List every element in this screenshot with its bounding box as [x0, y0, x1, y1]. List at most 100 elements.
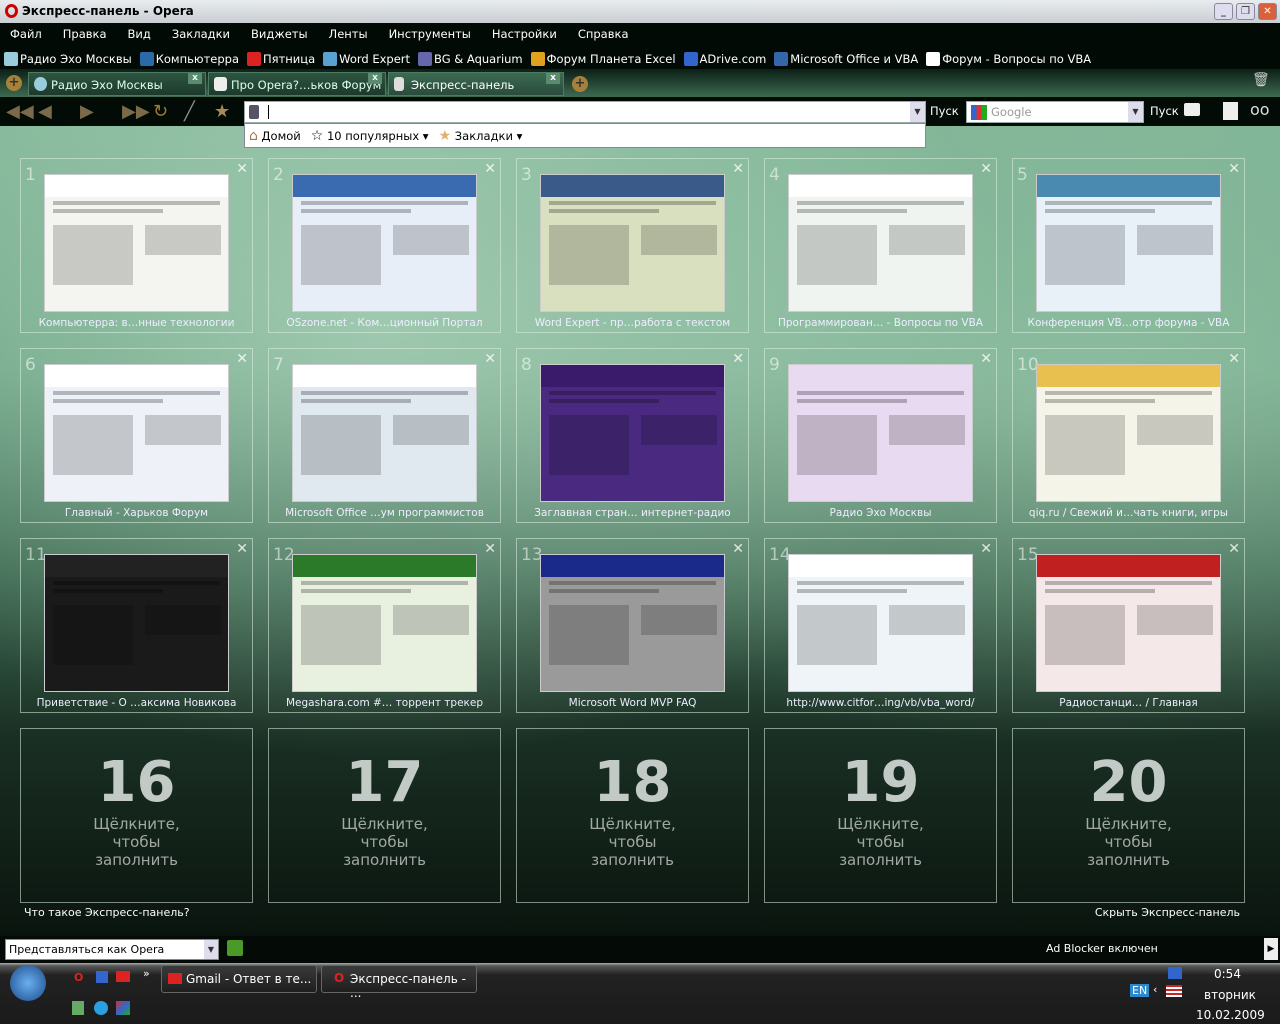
bookmark-item[interactable]: Word Expert [323, 49, 410, 69]
home-item[interactable]: ⌂ Домой [249, 128, 301, 144]
gmail-icon[interactable] [116, 971, 130, 982]
chevron-down-icon[interactable]: ▼ [204, 940, 218, 959]
save-icon[interactable] [96, 971, 108, 983]
empty-speed-dial-tile[interactable]: 16 Щёлкните, чтобы заполнить [20, 728, 253, 903]
search-go-button[interactable]: Пуск [1150, 104, 1179, 118]
glasses-icon[interactable]: oo [1250, 100, 1270, 119]
bookmark-item[interactable]: Пятница [247, 49, 315, 69]
top10-item[interactable]: ☆ 10 популярных ▾ [311, 128, 429, 144]
empty-speed-dial-tile[interactable]: 20 Щёлкните, чтобы заполнить [1012, 728, 1245, 903]
start-button[interactable] [10, 965, 46, 1001]
menu-item[interactable]: Правка [63, 27, 107, 45]
camera-icon[interactable] [1184, 103, 1200, 116]
bookmark-item[interactable]: Microsoft Office и VBA [774, 49, 918, 69]
close-tab-icon[interactable]: x [546, 73, 560, 84]
close-icon[interactable]: ✕ [732, 351, 744, 367]
menu-item[interactable]: Файл [10, 27, 42, 45]
printer-icon[interactable] [1223, 102, 1238, 120]
close-icon[interactable]: ✕ [484, 541, 496, 557]
close-tab-icon[interactable]: x [188, 73, 202, 84]
restore-button[interactable]: ❐ [1236, 3, 1255, 20]
speed-dial-tile[interactable]: 4 ✕ Программирован… - Вопросы по VBA [764, 158, 997, 333]
close-icon[interactable]: ✕ [484, 351, 496, 367]
address-field[interactable]: ▼ [244, 101, 926, 123]
menu-item[interactable]: Инструменты [389, 27, 471, 45]
close-icon[interactable]: ✕ [1228, 351, 1240, 367]
menu-item[interactable]: Настройки [492, 27, 557, 45]
forward-icon[interactable]: ▶ [80, 101, 94, 122]
close-icon[interactable]: ✕ [980, 161, 992, 177]
skype-icon[interactable] [94, 1001, 108, 1015]
edit-icon[interactable]: ╱ [184, 101, 195, 122]
opera-quicklaunch-icon[interactable]: O [74, 971, 83, 984]
speed-dial-tile[interactable]: 13 ✕ Microsoft Word MVP FAQ [516, 538, 749, 713]
close-icon[interactable]: ✕ [236, 541, 248, 557]
close-icon[interactable]: ✕ [732, 541, 744, 557]
taskbar-opera[interactable]: O Экспресс-панель - ... [321, 965, 477, 1000]
close-icon[interactable]: ✕ [1228, 541, 1240, 557]
bookmark-item[interactable]: Форум - Вопросы по VBA [926, 49, 1091, 69]
tab-speed-dial[interactable]: Экспресс-панель x [388, 72, 564, 96]
close-icon[interactable]: ✕ [236, 351, 248, 367]
more-icon[interactable]: » [143, 967, 150, 980]
back-icon[interactable]: ◀ [38, 101, 52, 122]
hide-speed-dial-link[interactable]: Скрыть Экспресс-панель [1095, 906, 1240, 919]
menu-item[interactable]: Справка [578, 27, 629, 45]
menu-item[interactable]: Закладки [172, 27, 230, 45]
empty-speed-dial-tile[interactable]: 17 Щёлкните, чтобы заполнить [268, 728, 501, 903]
close-icon[interactable]: ✕ [732, 161, 744, 177]
address-dropdown-button[interactable]: ▼ [910, 102, 925, 122]
bookmark-star-icon[interactable]: ★ [214, 101, 230, 122]
menu-item[interactable]: Ленты [329, 27, 368, 45]
tab-opera-forum[interactable]: Про Opera?…ьков Форум x [208, 72, 386, 96]
speed-dial-tile[interactable]: 1 ✕ Компьютерра: в…нные технологии [20, 158, 253, 333]
bookmarks-item[interactable]: ★ Закладки ▾ [439, 128, 523, 144]
speed-dial-tile[interactable]: 11 ✕ Приветствие - О …аксима Новикова [20, 538, 253, 713]
bookmark-item[interactable]: ADrive.com [683, 49, 766, 69]
close-icon[interactable]: ✕ [980, 541, 992, 557]
speed-dial-tile[interactable]: 15 ✕ Радиостанци… / Главная [1012, 538, 1245, 713]
speed-dial-tile[interactable]: 8 ✕ Заглавная стран… интернет-радио [516, 348, 749, 523]
bookmark-item[interactable]: Радио Эхо Москвы [4, 49, 132, 69]
speed-dial-tile[interactable]: 2 ✕ OSzone.net - Ком…ционный Портал [268, 158, 501, 333]
speed-dial-tile[interactable]: 7 ✕ Microsoft Office …ум программистов [268, 348, 501, 523]
speed-dial-tile[interactable]: 9 ✕ Радио Эхо Москвы [764, 348, 997, 523]
trash-plus-icon[interactable]: + [6, 75, 22, 91]
empty-speed-dial-tile[interactable]: 19 Щёлкните, чтобы заполнить [764, 728, 997, 903]
menu-item[interactable]: Виджеты [251, 27, 308, 45]
speed-dial-tile[interactable]: 3 ✕ Word Expert - пр…работа с текстом [516, 158, 749, 333]
speed-dial-tile[interactable]: 10 ✕ qiq.ru / Свежий и…чать книги, игры [1012, 348, 1245, 523]
close-icon[interactable]: ✕ [236, 161, 248, 177]
speed-dial-tile[interactable]: 14 ✕ http://www.citfor…ing/vb/vba_word/ [764, 538, 997, 713]
reload-icon[interactable]: ↻ [153, 101, 168, 122]
clock-time[interactable]: 0:54 [1214, 967, 1241, 981]
search-engine-dropdown[interactable]: ▼ [1128, 102, 1143, 122]
picasa-icon[interactable] [116, 1001, 130, 1015]
close-icon[interactable]: ✕ [980, 351, 992, 367]
language-indicator[interactable]: EN [1130, 984, 1150, 997]
bookmark-item[interactable]: Форум Планета Excel [530, 49, 676, 69]
speed-dial-tile[interactable]: 6 ✕ Главный - Харьков Форум [20, 348, 253, 523]
status-expand-button[interactable]: ▶ [1264, 938, 1278, 960]
chevron-left-icon[interactable]: ‹ [1153, 983, 1157, 996]
sync-icon[interactable] [227, 940, 243, 956]
close-tab-icon[interactable]: x [368, 73, 382, 84]
close-icon[interactable]: ✕ [484, 161, 496, 177]
tray-app-icon[interactable] [72, 1001, 84, 1015]
bookmark-item[interactable]: Компьютерра [139, 49, 239, 69]
minimize-button[interactable]: _ [1214, 3, 1233, 20]
speed-dial-tile[interactable]: 5 ✕ Конференция VB…отр форума - VBA [1012, 158, 1245, 333]
identify-as-select[interactable]: Представляться как Opera ▼ [5, 939, 219, 960]
what-is-speed-dial-link[interactable]: Что такое Экспресс-панель? [24, 906, 190, 919]
menu-item[interactable]: Вид [128, 27, 151, 45]
close-icon[interactable]: ✕ [1228, 161, 1240, 177]
speed-dial-tile[interactable]: 12 ✕ Megashara.com #… торрент трекер [268, 538, 501, 713]
trash-icon[interactable]: 🗑 [1252, 72, 1270, 88]
fast-forward-icon[interactable]: ▶▶ [122, 101, 150, 122]
close-window-button[interactable]: ✕ [1258, 3, 1277, 20]
network-icon[interactable] [1168, 967, 1182, 979]
taskbar-gmail[interactable]: Gmail - Ответ в те... [161, 965, 317, 993]
tab-radio[interactable]: Радио Эхо Москвы x [28, 72, 206, 96]
empty-speed-dial-tile[interactable]: 18 Щёлкните, чтобы заполнить [516, 728, 749, 903]
new-tab-button[interactable]: + [572, 76, 588, 92]
